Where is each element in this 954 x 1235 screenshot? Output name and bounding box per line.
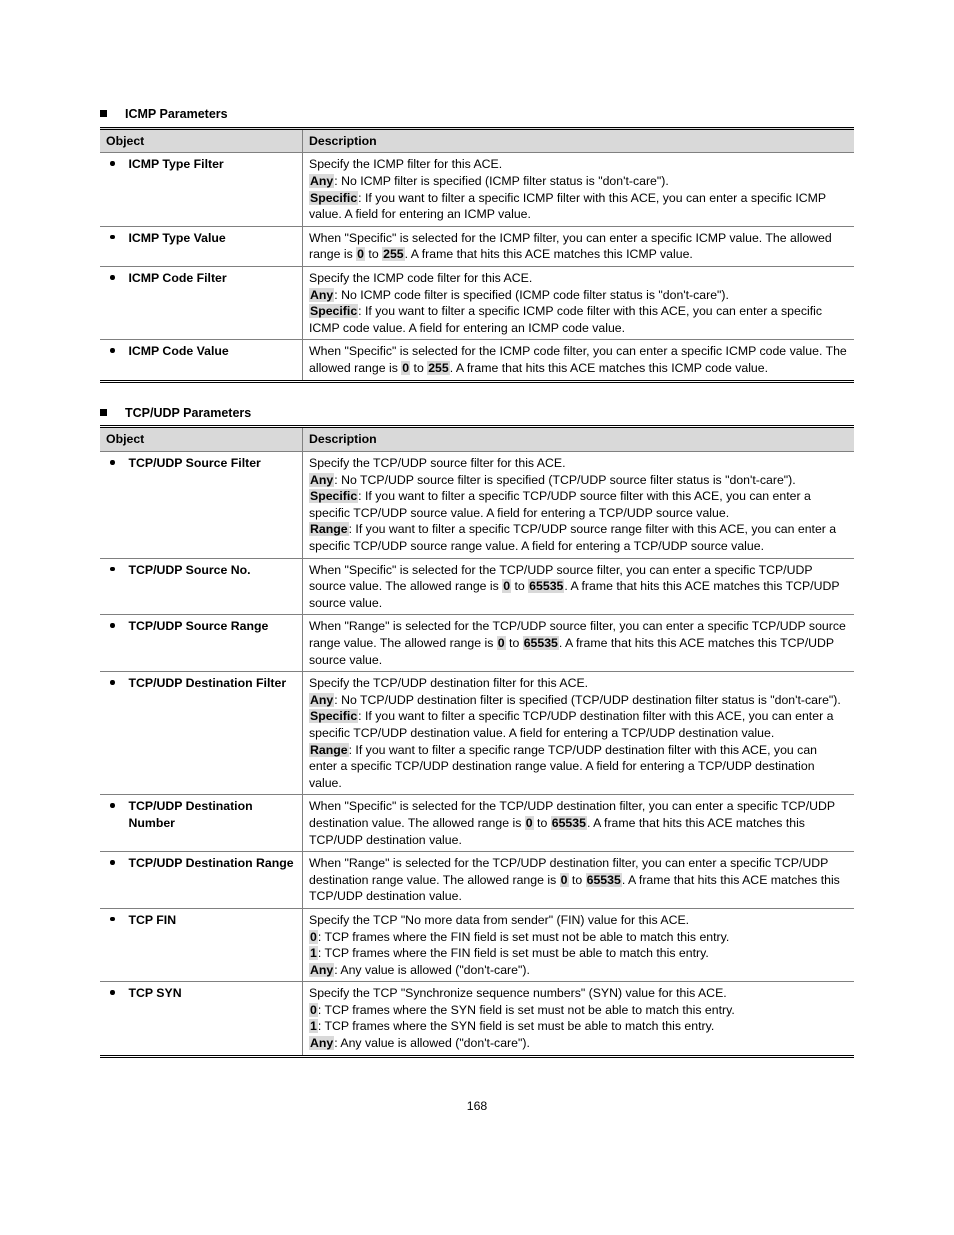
object-label: ICMP Code Filter	[129, 270, 227, 287]
object-cell: ICMP Type Filter	[100, 153, 303, 226]
object-label: TCP/UDP Source Filter	[129, 455, 261, 472]
square-bullet-icon	[100, 110, 107, 117]
object-label: ICMP Type Filter	[129, 156, 224, 173]
object-cell: ICMP Code Value	[100, 340, 303, 381]
document-page: ICMP Parameters Object Description ICMP …	[0, 0, 954, 1154]
object-label: TCP FIN	[129, 912, 177, 929]
description-cell: Specify the TCP "No more data from sende…	[303, 908, 855, 981]
description-cell: Specify the TCP/UDP source filter for th…	[303, 452, 855, 559]
table-row: ICMP Type Value When "Specific" is select…	[100, 226, 854, 266]
bullet-icon	[110, 460, 115, 465]
table-row: ICMP Code Value When "Specific" is select…	[100, 340, 854, 381]
bullet-icon	[110, 275, 115, 280]
object-cell: ICMP Type Value	[100, 226, 303, 266]
table-row: TCP/UDP Destination Range When "Range" is…	[100, 852, 854, 909]
bullet-icon	[110, 623, 115, 628]
table-row: TCP/UDP Destination NumberWhen "Specific…	[100, 795, 854, 852]
object-label: TCP/UDP Source Range	[129, 618, 269, 635]
table-row: TCP/UDP Source Filter Specify the TCP/UDP…	[100, 452, 854, 559]
table-row: TCP/UDP Destination Filter Specify the TC…	[100, 672, 854, 795]
bullet-icon	[110, 235, 115, 240]
object-cell: TCP/UDP Destination Range	[100, 852, 303, 909]
tcpudp-parameters-table: Object Description TCP/UDP Source Filter…	[100, 425, 854, 1057]
bullet-icon	[110, 161, 115, 166]
bullet-icon	[110, 803, 115, 808]
description-cell: When "Specific" is selected for the ICMP…	[303, 340, 855, 381]
object-label: TCP/UDP Destination Number	[129, 798, 297, 831]
object-label: ICMP Type Value	[129, 230, 226, 247]
table-row: ICMP Type Filter Specify the ICMP filter …	[100, 153, 854, 226]
table-row: ICMP Code Filter Specify the ICMP code fi…	[100, 267, 854, 340]
object-cell: TCP/UDP Source No.	[100, 558, 303, 615]
object-cell: TCP FIN	[100, 908, 303, 981]
description-cell: Specify the TCP "Synchronize sequence nu…	[303, 982, 855, 1056]
section1-title-text: ICMP Parameters	[125, 107, 228, 121]
section-title-icmp: ICMP Parameters	[100, 106, 854, 123]
description-cell: Specify the ICMP filter for this ACE.Any…	[303, 153, 855, 226]
object-label: TCP/UDP Destination Filter	[129, 675, 287, 692]
description-cell: When "Specific" is selected for the TCP/…	[303, 558, 855, 615]
object-cell: TCP/UDP Source Range	[100, 615, 303, 672]
description-cell: When "Range" is selected for the TCP/UDP…	[303, 852, 855, 909]
table-header-description: Description	[303, 128, 855, 153]
object-label: TCP/UDP Destination Range	[129, 855, 294, 872]
page-number: 168	[100, 1098, 854, 1115]
bullet-icon	[110, 348, 115, 353]
bullet-icon	[110, 990, 115, 995]
table-header-description: Description	[303, 427, 855, 452]
table-header-object: Object	[100, 427, 303, 452]
object-label: TCP/UDP Source No.	[129, 562, 251, 579]
object-cell: TCP/UDP Destination Number	[100, 795, 303, 852]
description-cell: When "Specific" is selected for the ICMP…	[303, 226, 855, 266]
description-cell: Specify the ICMP code filter for this AC…	[303, 267, 855, 340]
object-cell: TCP SYN	[100, 982, 303, 1056]
table-header-object: Object	[100, 128, 303, 153]
table-row: TCP/UDP Source No. When "Specific" is sel…	[100, 558, 854, 615]
square-bullet-icon	[100, 409, 107, 416]
section-title-tcpudp: TCP/UDP Parameters	[100, 405, 854, 422]
object-label: TCP SYN	[129, 985, 182, 1002]
bullet-icon	[110, 860, 115, 865]
table-row: TCP FIN Specify the TCP "No more data fro…	[100, 908, 854, 981]
icmp-parameters-table: Object Description ICMP Type Filter Speci…	[100, 127, 854, 383]
description-cell: When "Specific" is selected for the TCP/…	[303, 795, 855, 852]
bullet-icon	[110, 567, 115, 572]
description-cell: When "Range" is selected for the TCP/UDP…	[303, 615, 855, 672]
table-row: TCP/UDP Source Range When "Range" is sele…	[100, 615, 854, 672]
description-cell: Specify the TCP/UDP destination filter f…	[303, 672, 855, 795]
object-cell: TCP/UDP Destination Filter	[100, 672, 303, 795]
object-cell: TCP/UDP Source Filter	[100, 452, 303, 559]
bullet-icon	[110, 917, 115, 922]
object-cell: ICMP Code Filter	[100, 267, 303, 340]
bullet-icon	[110, 680, 115, 685]
section2-title-text: TCP/UDP Parameters	[125, 406, 251, 420]
table-row: TCP SYN Specify the TCP "Synchronize sequ…	[100, 982, 854, 1056]
object-label: ICMP Code Value	[129, 343, 229, 360]
